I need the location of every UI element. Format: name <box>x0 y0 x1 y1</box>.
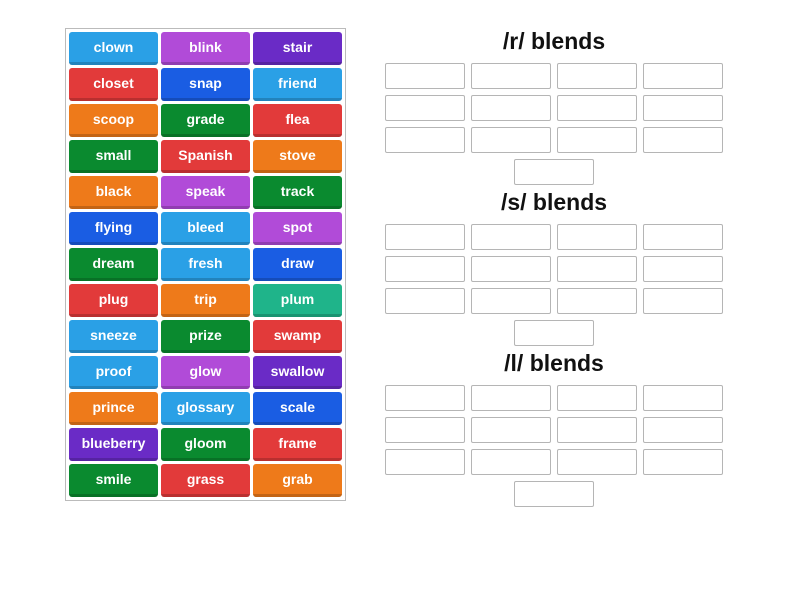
word-tile[interactable]: track <box>253 176 342 209</box>
group-title: /r/ blends <box>374 28 734 55</box>
word-tile[interactable]: dream <box>69 248 158 281</box>
word-tile[interactable]: black <box>69 176 158 209</box>
word-tile[interactable]: scale <box>253 392 342 425</box>
drop-slot[interactable] <box>385 256 465 282</box>
word-tile[interactable]: blueberry <box>69 428 158 461</box>
word-tile[interactable]: glow <box>161 356 250 389</box>
drop-slot[interactable] <box>557 385 637 411</box>
word-tile[interactable]: plum <box>253 284 342 317</box>
drop-slot[interactable] <box>643 95 723 121</box>
word-tile[interactable]: fresh <box>161 248 250 281</box>
drop-slot[interactable] <box>643 224 723 250</box>
blend-group: /r/ blends <box>374 28 734 185</box>
drop-slot[interactable] <box>471 256 551 282</box>
drop-slot[interactable] <box>385 385 465 411</box>
drop-slot[interactable] <box>557 449 637 475</box>
word-tile[interactable]: sneeze <box>69 320 158 353</box>
drop-slot[interactable] <box>385 224 465 250</box>
blend-group: /s/ blends <box>374 189 734 346</box>
word-tile[interactable]: clown <box>69 32 158 65</box>
blend-group: /l/ blends <box>374 350 734 507</box>
word-tile[interactable]: plug <box>69 284 158 317</box>
drop-slot[interactable] <box>643 256 723 282</box>
drop-slot[interactable] <box>471 449 551 475</box>
drop-groups-panel: /r/ blends/s/ blends/l/ blends <box>374 28 734 511</box>
word-tile[interactable]: scoop <box>69 104 158 137</box>
drop-slot[interactable] <box>643 63 723 89</box>
drop-slot[interactable] <box>557 63 637 89</box>
word-tile[interactable]: grade <box>161 104 250 137</box>
drop-slot[interactable] <box>643 127 723 153</box>
drop-slot[interactable] <box>557 288 637 314</box>
drop-slot[interactable] <box>471 417 551 443</box>
word-tile[interactable]: frame <box>253 428 342 461</box>
drop-slot[interactable] <box>643 385 723 411</box>
drop-slot[interactable] <box>385 449 465 475</box>
drop-slot[interactable] <box>471 385 551 411</box>
drop-slot[interactable] <box>471 95 551 121</box>
group-title: /s/ blends <box>374 189 734 216</box>
word-tile[interactable]: stove <box>253 140 342 173</box>
word-tile[interactable]: small <box>69 140 158 173</box>
word-tile[interactable]: stair <box>253 32 342 65</box>
word-tile[interactable]: swamp <box>253 320 342 353</box>
drop-slot[interactable] <box>385 288 465 314</box>
drop-slot[interactable] <box>385 417 465 443</box>
word-tile[interactable]: prize <box>161 320 250 353</box>
drop-slot[interactable] <box>557 95 637 121</box>
word-tile[interactable]: trip <box>161 284 250 317</box>
drop-slot[interactable] <box>557 224 637 250</box>
word-tile[interactable]: speak <box>161 176 250 209</box>
word-tile[interactable]: Spanish <box>161 140 250 173</box>
drop-slots <box>374 385 734 507</box>
drop-slot[interactable] <box>471 288 551 314</box>
word-tile[interactable]: friend <box>253 68 342 101</box>
word-tile[interactable]: swallow <box>253 356 342 389</box>
drop-slot[interactable] <box>385 95 465 121</box>
word-tile[interactable]: closet <box>69 68 158 101</box>
drop-slot[interactable] <box>643 288 723 314</box>
drop-slot[interactable] <box>514 159 594 185</box>
word-tile[interactable]: grab <box>253 464 342 497</box>
word-tile[interactable]: gloom <box>161 428 250 461</box>
word-tile[interactable]: glossary <box>161 392 250 425</box>
drop-slot[interactable] <box>471 63 551 89</box>
word-tile[interactable]: grass <box>161 464 250 497</box>
drop-slots <box>374 224 734 346</box>
drop-slot[interactable] <box>471 127 551 153</box>
word-tile[interactable]: smile <box>69 464 158 497</box>
drop-slots <box>374 63 734 185</box>
word-tile[interactable]: draw <box>253 248 342 281</box>
drop-slot[interactable] <box>557 256 637 282</box>
word-tile[interactable]: proof <box>69 356 158 389</box>
group-title: /l/ blends <box>374 350 734 377</box>
word-tiles-panel: clownblinkstair closetsnapfriend scoopgrad… <box>65 28 346 501</box>
drop-slot[interactable] <box>643 417 723 443</box>
drop-slot[interactable] <box>557 417 637 443</box>
drop-slot[interactable] <box>471 224 551 250</box>
word-tile[interactable]: spot <box>253 212 342 245</box>
word-tile[interactable]: flea <box>253 104 342 137</box>
word-tile[interactable]: prince <box>69 392 158 425</box>
word-tile[interactable]: snap <box>161 68 250 101</box>
word-tile[interactable]: bleed <box>161 212 250 245</box>
drop-slot[interactable] <box>643 449 723 475</box>
drop-slot[interactable] <box>385 127 465 153</box>
drop-slot[interactable] <box>514 320 594 346</box>
word-tile[interactable]: blink <box>161 32 250 65</box>
word-tile[interactable]: flying <box>69 212 158 245</box>
drop-slot[interactable] <box>385 63 465 89</box>
drop-slot[interactable] <box>514 481 594 507</box>
drop-slot[interactable] <box>557 127 637 153</box>
